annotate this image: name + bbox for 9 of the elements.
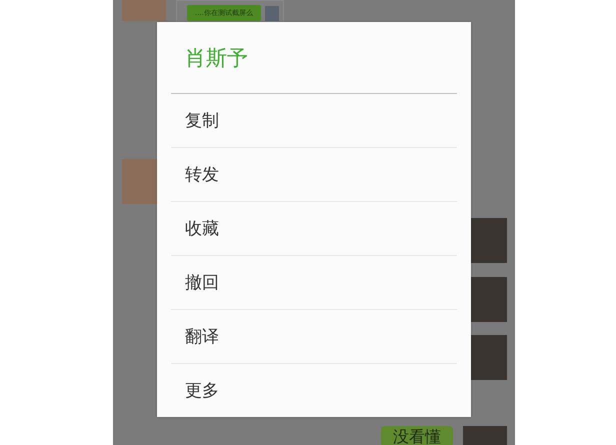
menu-item[interactable]: 复制 [171, 94, 457, 147]
avatar-photo-placeholder [264, 6, 279, 20]
menu-item[interactable]: 收藏 [171, 201, 457, 255]
message-bubble: 没看懂 [381, 426, 453, 445]
menu-item[interactable]: 撤回 [171, 255, 457, 309]
menu-item[interactable]: 翻译 [171, 309, 457, 363]
menu-item[interactable]: 更多 [171, 363, 457, 417]
menu-item[interactable]: 转发 [171, 147, 457, 201]
dialog-title: 肖斯予 [171, 22, 457, 94]
